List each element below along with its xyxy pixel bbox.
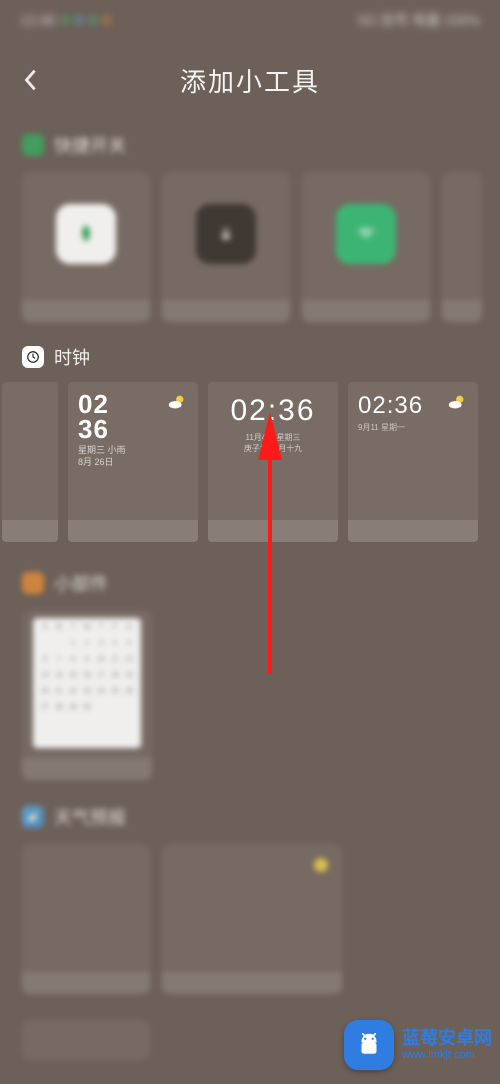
sun-icon [314,858,328,872]
status-dot [61,16,69,24]
status-dot [89,16,97,24]
widget-caption [162,972,342,994]
widget-tile[interactable] [22,172,150,322]
widget-tile[interactable] [162,172,290,322]
section-icon [22,572,44,594]
clock-icon [26,350,40,364]
section-header-clock: 时钟 [0,338,500,376]
weather-widget-tile[interactable] [22,844,150,994]
clock-widget-tile[interactable]: 02:36 11月4日 星期三 庚子年 九月十九 [208,382,338,542]
widget-row-clock: 02 36 星期三 小雨 8月 26日 02:36 11月4日 星期三 庚子年 … [0,376,500,542]
status-time: 12:48 [20,12,55,28]
section-header-weather: 天气预报 [0,798,500,836]
section-label: 天气预报 [54,804,126,830]
widget-caption [208,520,338,542]
clock-widget-tile[interactable]: 02 36 星期三 小雨 8月 26日 [68,382,198,542]
widget-caption [442,300,482,322]
widget-row-weather [0,836,500,994]
chevron-left-icon [23,68,37,92]
weather-icon [166,392,188,414]
status-right: 5G 信号 电量 100% [358,10,480,30]
weather-widget-tile[interactable] [162,844,342,994]
clock-time-hours: 02 [78,392,109,417]
clock-section-icon [22,346,44,368]
widget-preview-icon [196,204,256,264]
section-header-misc: 小部件 [0,564,500,602]
widget-row-quicktoggle [0,164,500,322]
clock-widget-tile[interactable]: 02:36 9月11 星期一 [348,382,478,542]
calendar-widget-tile[interactable]: SMTWTFS 12345 6789101112 13141516171819 … [22,610,152,780]
back-button[interactable] [18,68,42,92]
widget-caption [68,520,198,542]
watermark-logo [344,1020,394,1070]
widget-tile[interactable] [442,172,482,322]
widget-caption [22,300,150,322]
widget-caption [22,758,152,780]
clock-sub: 星期三 小雨 [78,445,126,457]
widget-tile[interactable] [302,172,430,322]
calendar-preview: SMTWTFS 12345 6789101112 13141516171819 … [33,618,141,748]
clock-time-minutes: 36 [78,417,109,442]
status-bar: 12:48 5G 信号 电量 100% [0,0,500,40]
widget-caption [302,300,430,322]
status-dot [103,16,111,24]
clock-widget-tile[interactable] [2,382,58,542]
leaf-icon [74,222,98,246]
section-label: 时钟 [54,344,90,370]
section-icon [22,134,44,156]
widget-caption [2,520,58,542]
clock-time: 02:36 [358,392,423,420]
widget-row-calendar: SMTWTFS 12345 6789101112 13141516171819 … [0,602,500,780]
watermark-title: 蓝莓安卓网 [402,1028,492,1050]
wifi-icon [356,224,376,244]
android-icon [354,1030,384,1060]
weather-icon [26,810,40,824]
widget-tile[interactable] [22,1020,150,1060]
watermark: 蓝莓安卓网 www.lmkjt.com [344,1020,492,1070]
widget-caption [162,300,290,322]
status-dot [75,16,83,24]
section-label: 快捷开关 [54,132,126,158]
header: 添加小工具 [0,50,500,110]
widget-caption [22,972,150,994]
clock-sub: 8月 26日 [78,457,114,469]
widget-caption [348,520,478,542]
clock-sub: 11月4日 星期三 [246,432,301,443]
page-title: 添加小工具 [180,62,320,99]
section-label: 小部件 [54,570,108,596]
section-icon [22,806,44,828]
section-header-quicktoggle: 快捷开关 [0,126,500,164]
clock-sub: 9月11 星期一 [358,422,405,433]
watermark-url: www.lmkjt.com [402,1049,492,1062]
lock-icon [216,224,236,244]
widget-preview-icon [336,204,396,264]
widget-preview-icon [56,204,116,264]
clock-sub: 庚子年 九月十九 [244,443,302,454]
clock-time: 02:36 [230,394,315,428]
weather-icon [446,392,468,414]
